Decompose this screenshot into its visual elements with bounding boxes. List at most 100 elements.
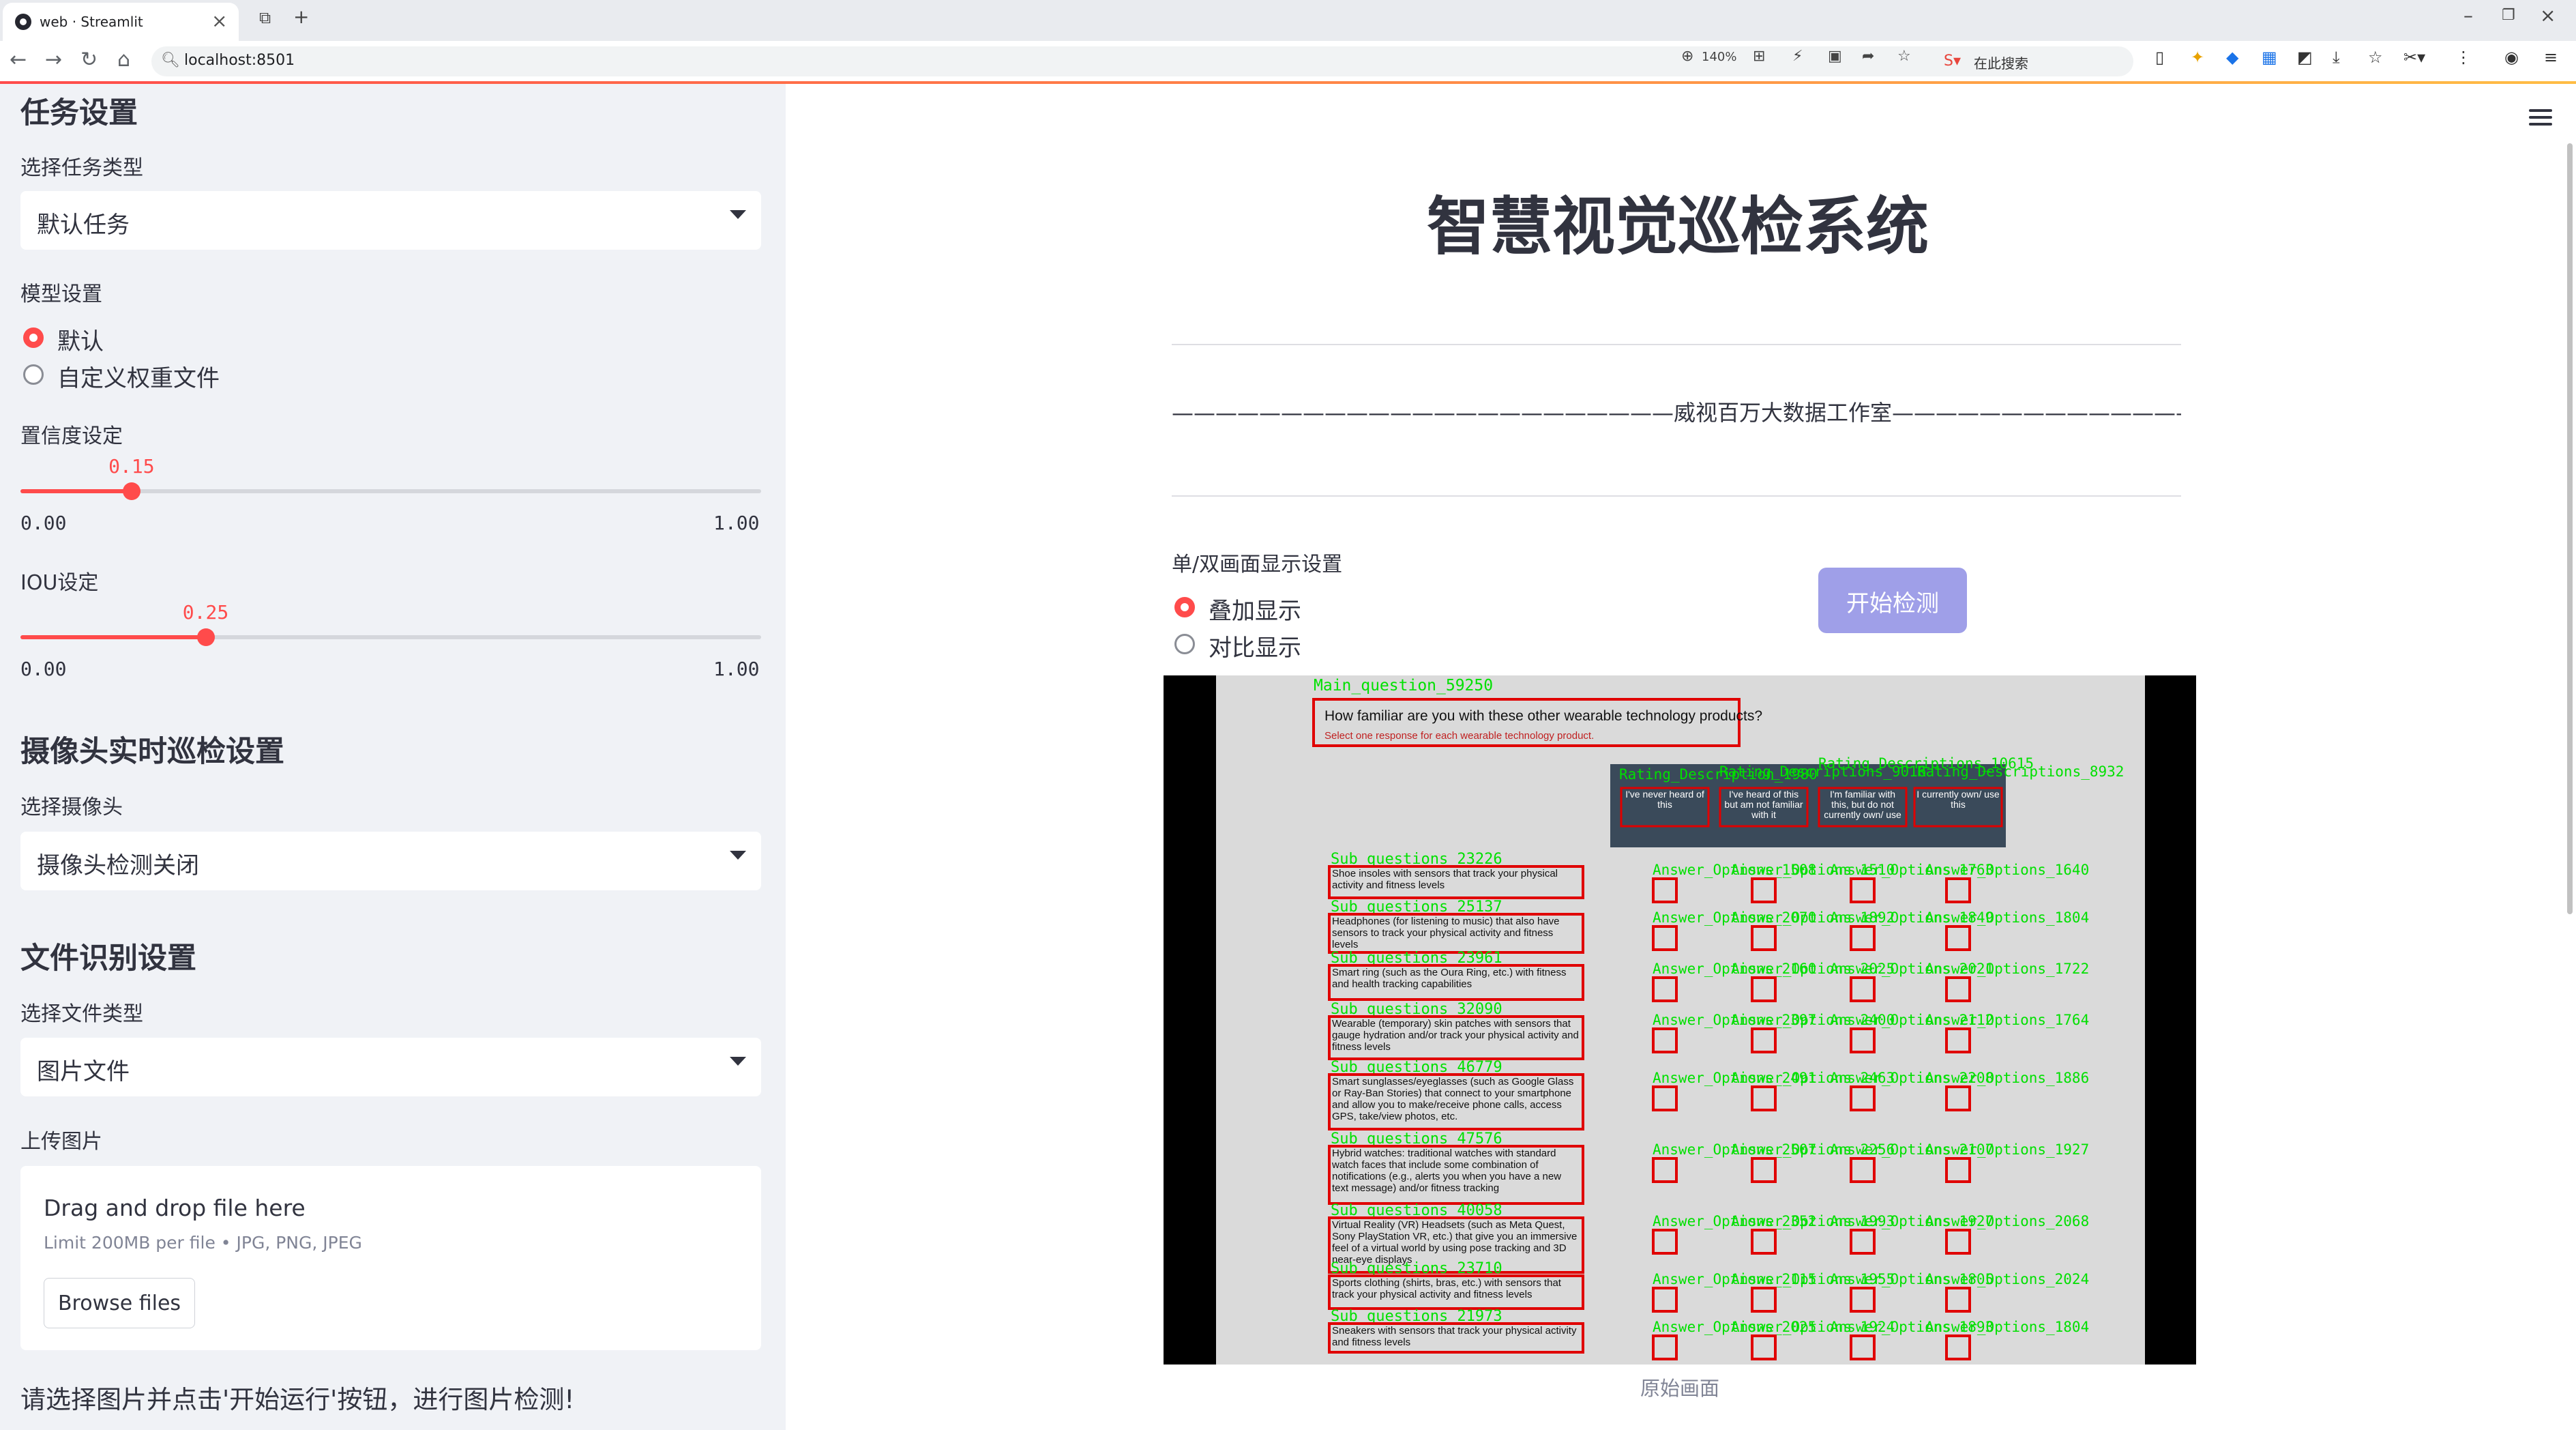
model-radio-custom[interactable] xyxy=(23,364,44,385)
rating-header-cell: I've never heard of this xyxy=(1625,789,1704,810)
display-radio-compare[interactable] xyxy=(1174,634,1195,654)
share-icon[interactable]: ➦ xyxy=(1862,48,1874,65)
reading-mode-icon[interactable]: ▯ xyxy=(2155,48,2164,67)
browse-files-button[interactable]: Browse files xyxy=(44,1278,195,1328)
confidence-value: 0.15 xyxy=(108,455,155,478)
extension-icon[interactable]: ✦ xyxy=(2191,48,2204,67)
confidence-min: 0.00 xyxy=(20,512,67,534)
rating-label: Rating_Descriptions_8932 xyxy=(1917,763,2124,780)
lightning-icon[interactable]: ⚡ xyxy=(1792,48,1803,65)
rating-header-text: I've never heard of this xyxy=(1625,789,1704,810)
browser-tab[interactable]: web · Streamlit × xyxy=(3,3,239,41)
upload-label: 上传图片 xyxy=(20,1130,102,1154)
restore-window-icon[interactable]: ❐ xyxy=(2502,7,2515,24)
sub-question-text: Smart ring (such as the Oura Ring, etc.)… xyxy=(1332,967,1567,990)
iou-slider-thumb[interactable] xyxy=(196,628,215,646)
sub-question-text: Sports clothing (shirts, bras, etc.) wit… xyxy=(1332,1277,1561,1300)
file-type-select[interactable]: 图片文件 xyxy=(20,1038,761,1096)
studio-banner: ———————————————————————威视百万大数据工作室———————… xyxy=(1172,400,2181,426)
reload-icon[interactable]: ↻ xyxy=(80,48,98,72)
file-settings-heading: 文件识别设置 xyxy=(20,942,196,976)
answer-option-label: Answer_Options_1804 xyxy=(1925,909,2089,926)
sub-question-text: Sneakers with sensors that track your ph… xyxy=(1332,1325,1577,1348)
rating-header-cell: I'm familiar with this, but do not curre… xyxy=(1824,789,1901,820)
extension3-icon[interactable]: ▦ xyxy=(2262,48,2277,67)
question-note: Select one response for each wearable te… xyxy=(1324,730,1594,742)
browser-menu-icon[interactable]: ≡ xyxy=(2544,48,2558,67)
scrollbar[interactable] xyxy=(2567,143,2573,914)
model-option-default: 默认 xyxy=(57,328,104,355)
task-type-select[interactable]: 默认任务 xyxy=(20,191,761,250)
url-field[interactable]: 🔍︎ localhost:8501 xyxy=(151,46,2034,76)
search-engine-icon[interactable]: S▾ xyxy=(1944,53,1961,70)
task-type-label: 选择任务类型 xyxy=(20,156,143,180)
extension4-icon[interactable]: ◩ xyxy=(2297,48,2313,67)
sub-question-text: Smart sunglasses/eyeglasses (such as Goo… xyxy=(1332,1076,1574,1122)
answer-option-label: Answer_Options_1722 xyxy=(1925,961,2089,977)
chevron-down-icon xyxy=(730,210,746,219)
file-dropzone[interactable]: Drag and drop file here Limit 200MB per … xyxy=(20,1166,761,1350)
sub-question-cell: Sneakers with sensors that track your ph… xyxy=(1332,1325,1577,1348)
sub-question-text: Wearable (temporary) skin patches with s… xyxy=(1332,1018,1579,1053)
start-detection-button[interactable]: 开始检测 xyxy=(1818,568,1967,633)
scissors-icon[interactable]: ✂▾ xyxy=(2403,48,2425,67)
answer-option-label: Answer_Options_1927 xyxy=(1925,1141,2089,1158)
sub-question-cell: Sports clothing (shirts, bras, etc.) wit… xyxy=(1332,1277,1561,1300)
page-title: 智慧视觉巡检系统 xyxy=(1426,190,1929,263)
download-icon[interactable]: ⤓ xyxy=(2333,48,2340,67)
favorites-icon[interactable]: ☆ xyxy=(2368,48,2383,67)
main-menu-icon[interactable] xyxy=(2529,109,2552,126)
home-icon[interactable]: ⌂ xyxy=(117,48,130,72)
camera-select-value: 摄像头检测关闭 xyxy=(37,852,199,879)
divider xyxy=(1172,495,2181,497)
screenshot-icon[interactable]: ▣ xyxy=(1828,48,1842,65)
sub-question-text: Shoe insoles with sensors that track you… xyxy=(1332,868,1558,891)
streamlit-favicon-icon xyxy=(15,14,31,30)
display-radio-overlay[interactable] xyxy=(1174,597,1195,617)
instruction-text: 请选择图片并点击'开始运行'按钮，进行图片检测! xyxy=(20,1385,575,1414)
iou-label: IOU设定 xyxy=(20,571,99,595)
rating-header-text: I currently own/ use this xyxy=(1916,789,2000,810)
detection-result-image: Main_question_59250 How familiar are you… xyxy=(1164,675,2196,1365)
close-tab-icon[interactable]: × xyxy=(211,10,227,32)
chevron-down-icon xyxy=(730,851,746,860)
tab-groups-icon[interactable]: ⧉ xyxy=(259,8,271,27)
zoom-level: 140% xyxy=(1702,50,1737,64)
new-tab-icon[interactable]: + xyxy=(293,5,309,28)
camera-select[interactable]: 摄像头检测关闭 xyxy=(20,832,761,890)
more-menu-icon[interactable]: ⋮ xyxy=(2455,48,2472,67)
address-bar-row: ← → ↻ ⌂ 🔍︎ localhost:8501 ⊕ 140% ⊞ ⚡ ▣ ➦… xyxy=(0,41,2576,83)
image-caption: 原始画面 xyxy=(1640,1377,1719,1400)
translate-icon[interactable]: ⊞ xyxy=(1753,48,1765,65)
bookmark-star-icon[interactable]: ☆ xyxy=(1897,48,1911,65)
iou-max: 1.00 xyxy=(713,658,760,680)
sub-question-cell: Shoe insoles with sensors that track you… xyxy=(1332,868,1558,891)
profile-avatar-icon[interactable]: ◉ xyxy=(2504,48,2519,67)
forward-icon[interactable]: → xyxy=(45,48,62,72)
minimize-window-icon[interactable]: – xyxy=(2463,4,2473,27)
file-type-label: 选择文件类型 xyxy=(20,1002,143,1026)
iou-value: 0.25 xyxy=(182,601,229,624)
browse-files-label: Browse files xyxy=(57,1292,181,1315)
sub-question-text: Hybrid watches: traditional watches with… xyxy=(1332,1148,1562,1194)
sub-question-cell: Hybrid watches: traditional watches with… xyxy=(1332,1148,1562,1194)
answer-option-label: Answer_Options_1804 xyxy=(1925,1319,2089,1335)
camera-select-label: 选择摄像头 xyxy=(20,796,123,819)
start-detection-label: 开始检测 xyxy=(1846,590,1939,617)
task-type-value: 默认任务 xyxy=(37,211,130,239)
model-radio-default[interactable] xyxy=(23,327,44,348)
rating-header-text: I'm familiar with this, but do not curre… xyxy=(1824,789,1901,820)
main-question-label: Main_question_59250 xyxy=(1314,677,1493,695)
site-info-icon[interactable]: 🔍︎ xyxy=(161,52,180,69)
zoom-icon[interactable]: ⊕ xyxy=(1681,48,1693,65)
back-icon[interactable]: ← xyxy=(10,48,27,72)
confidence-slider-fill xyxy=(20,489,132,493)
sub-question-cell: Headphones (for listening to music) that… xyxy=(1332,916,1560,950)
sub-question-text: Headphones (for listening to music) that… xyxy=(1332,916,1560,950)
confidence-slider-thumb[interactable] xyxy=(122,482,140,500)
close-window-icon[interactable]: × xyxy=(2540,4,2556,27)
answer-option-label: Answer_Options_2068 xyxy=(1925,1213,2089,1229)
extension2-icon[interactable]: ◆ xyxy=(2226,48,2238,67)
browser-search-box[interactable]: S▾ 在此搜索 xyxy=(1936,46,2133,76)
confidence-max: 1.00 xyxy=(713,512,760,534)
